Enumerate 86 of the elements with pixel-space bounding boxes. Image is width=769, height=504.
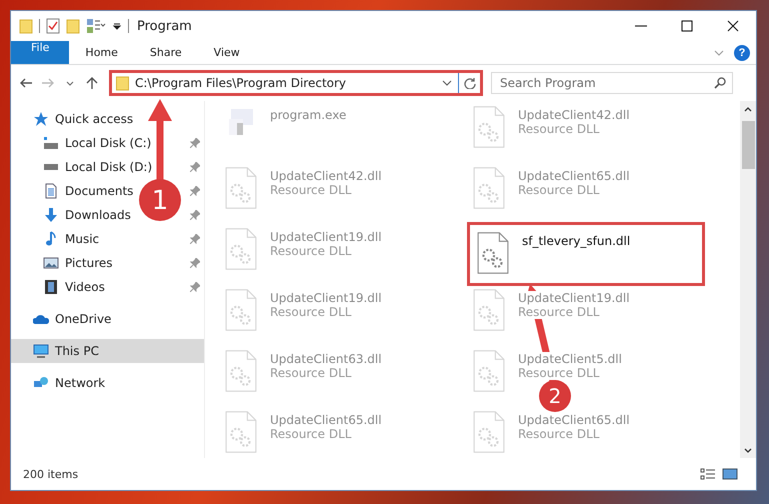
ribbon-tab[interactable]: File <box>11 41 70 64</box>
nav-item[interactable]: This PC <box>33 343 99 359</box>
file-name: UpdateClient19.dll <box>518 291 630 305</box>
nav-item[interactable]: Downloads <box>43 207 131 223</box>
checklist-icon[interactable] <box>46 18 60 34</box>
close-icon <box>727 20 739 32</box>
ribbon-tab[interactable]: Home <box>69 41 134 64</box>
chevron-down-icon <box>744 448 752 452</box>
file-type: Resource DLL <box>270 366 352 380</box>
gear-file-icon <box>224 227 258 271</box>
film-icon <box>43 279 59 295</box>
highlighted-file[interactable]: sf_tlevery_sfun.dll <box>472 227 700 281</box>
nav-item[interactable]: Music <box>43 231 100 247</box>
search-icon <box>714 77 726 89</box>
window-title: Program <box>137 18 192 34</box>
drive-icon <box>43 164 59 170</box>
file-name: UpdateClient42.dll <box>270 169 382 183</box>
step-badge: 2 <box>539 380 571 412</box>
gear-file-icon <box>476 231 510 275</box>
monitor-icon <box>33 343 49 359</box>
file-name: UpdateClient42.dll <box>518 108 630 122</box>
forward-arrow-icon <box>42 78 54 88</box>
file-type: Resource DLL <box>518 366 600 380</box>
file-name: UpdateClient65.dll <box>518 169 630 183</box>
nav-item[interactable]: Local Disk (C:) <box>43 136 152 150</box>
properties-icon[interactable] <box>86 18 106 34</box>
document-icon <box>43 183 59 199</box>
nav-item[interactable]: Network <box>33 376 106 390</box>
nav-item[interactable]: Documents <box>43 183 134 199</box>
file-type: Resource DLL <box>270 244 352 258</box>
step-badge: 1 <box>139 179 181 221</box>
chevron-down-icon <box>66 80 74 86</box>
item-count: 200 items <box>23 468 78 480</box>
down-arrow-icon <box>43 207 59 223</box>
file-type: Resource DLL <box>518 427 600 441</box>
file-type: Resource DLL <box>270 427 352 441</box>
dropdown-icon[interactable] <box>112 22 122 30</box>
picture-icon <box>43 257 59 269</box>
file-type: Resource DLL <box>518 305 600 319</box>
gear-file-icon <box>224 349 258 393</box>
gear-file-icon <box>224 166 258 210</box>
drive-icon <box>43 137 59 149</box>
maximize-icon <box>681 20 693 32</box>
file-name: UpdateClient65.dll <box>270 413 382 427</box>
ribbon-tab[interactable]: Share <box>134 41 198 64</box>
nav-item[interactable]: Local Disk (D:) <box>43 160 152 174</box>
star-icon <box>33 111 49 127</box>
up-arrow-icon <box>86 77 98 89</box>
gear-file-icon <box>472 105 506 149</box>
details-view-icon[interactable] <box>700 467 716 481</box>
nav-item[interactable]: OneDrive <box>33 312 112 326</box>
gear-file-icon <box>472 349 506 393</box>
search-field[interactable]: Search Program <box>491 72 733 94</box>
scrollbar[interactable] <box>740 101 756 458</box>
chevron-down-icon[interactable] <box>442 80 452 86</box>
back-arrow-icon <box>20 78 32 88</box>
folder-icon <box>116 76 129 90</box>
chevron-up-icon <box>744 106 752 112</box>
file-type: Resource DLL <box>518 183 600 197</box>
gear-file-icon <box>472 166 506 210</box>
minimize-icon <box>635 25 647 27</box>
file-name: sf_tlevery_sfun.dll <box>522 234 630 248</box>
large-icons-view-icon[interactable] <box>722 467 738 481</box>
gear-file-icon <box>472 288 506 332</box>
network-icon <box>33 377 49 389</box>
address-bar[interactable]: C:\Program Files\Program Directory <box>109 70 483 96</box>
file-name: UpdateClient65.dll <box>518 413 630 427</box>
file-name: UpdateClient19.dll <box>270 230 382 244</box>
help-button[interactable]: ? <box>734 44 750 60</box>
file-name: UpdateClient5.dll <box>518 352 622 366</box>
file-name: UpdateClient19.dll <box>270 291 382 305</box>
refresh-icon <box>464 77 476 89</box>
gear-file-icon <box>224 410 258 454</box>
ribbon-tab[interactable]: View <box>198 41 256 64</box>
file-name: UpdateClient63.dll <box>270 352 382 366</box>
file-type: Resource DLL <box>518 122 600 136</box>
file-type: Resource DLL <box>270 183 352 197</box>
gear-file-icon <box>472 410 506 454</box>
nav-item[interactable]: Pictures <box>43 256 113 270</box>
nav-item[interactable]: Videos <box>43 279 105 295</box>
file-type: Resource DLL <box>270 305 352 319</box>
gear-file-icon <box>224 288 258 332</box>
nav-item[interactable]: Quick access <box>33 111 134 127</box>
scroll-thumb[interactable] <box>742 121 754 169</box>
cloud-icon <box>33 314 49 324</box>
folder-icon <box>19 18 33 34</box>
